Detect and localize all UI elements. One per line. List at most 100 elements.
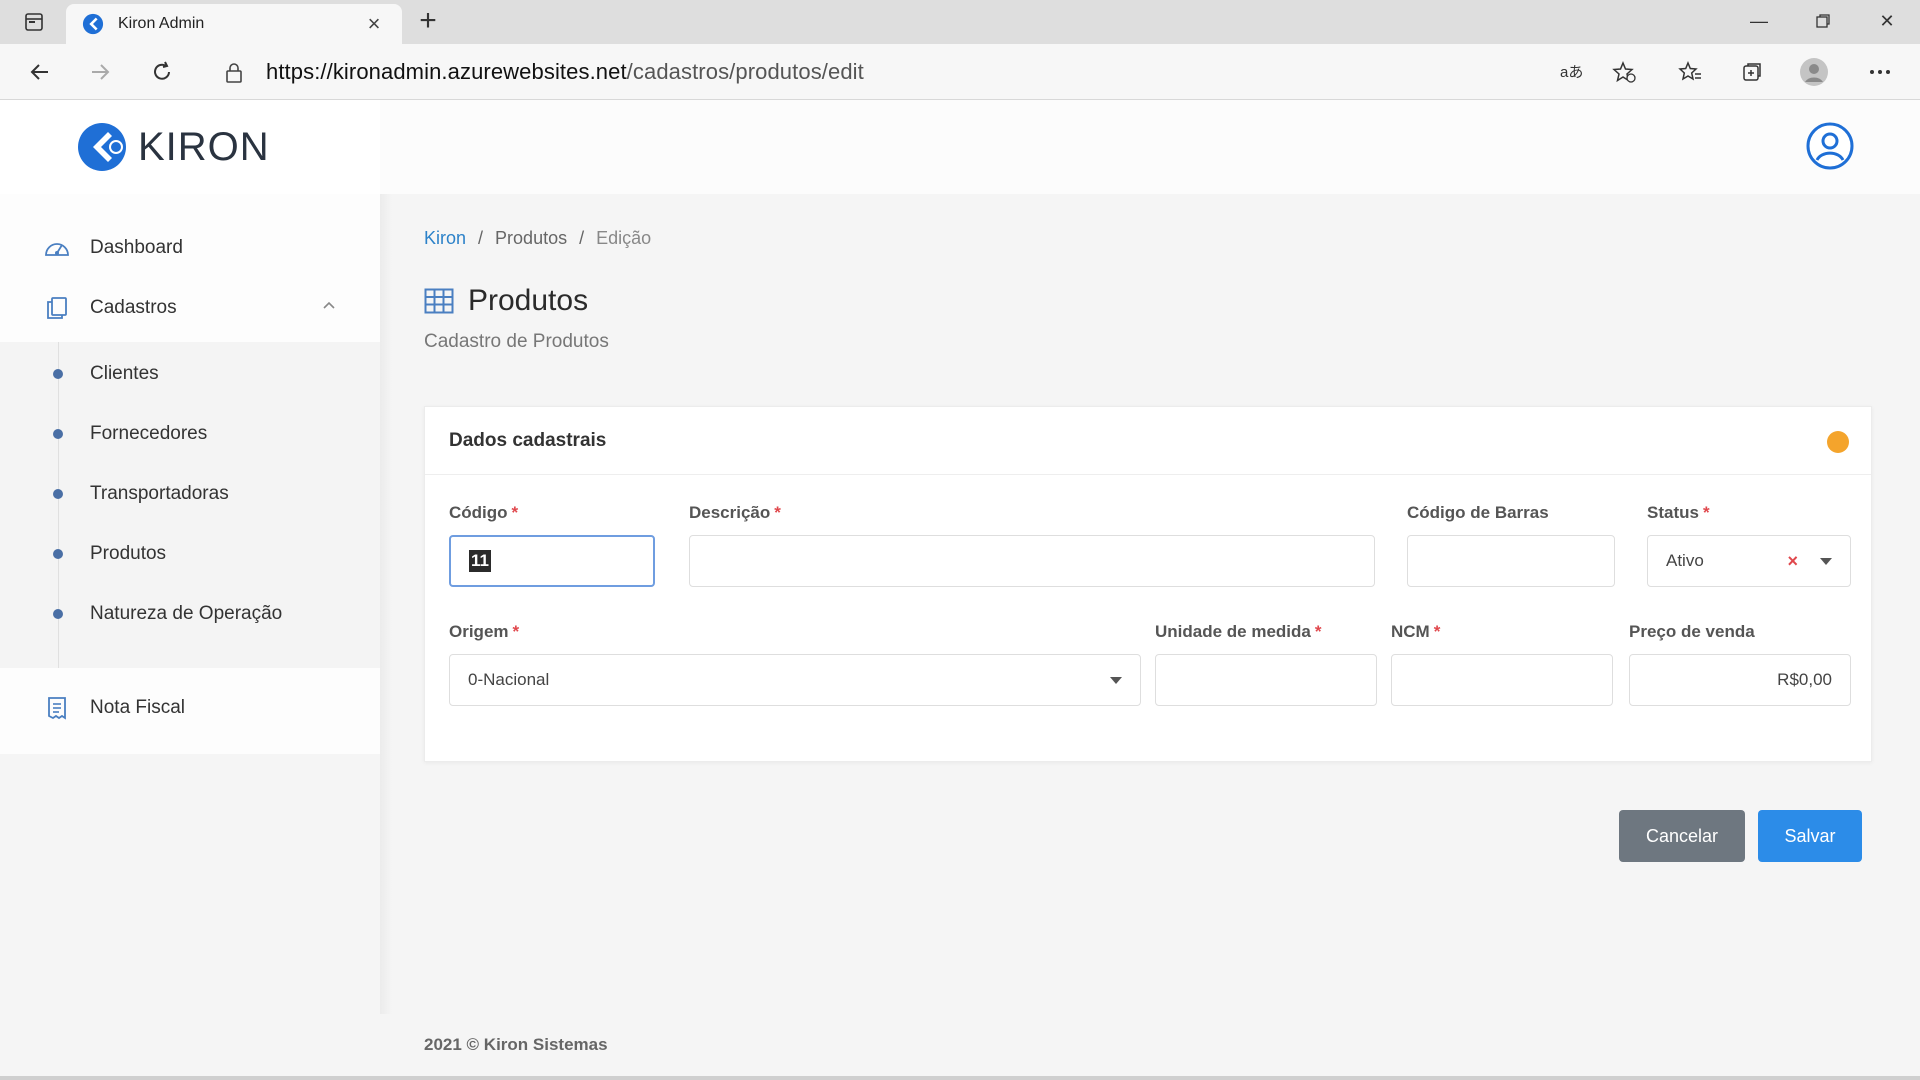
more-options-icon[interactable] [1864, 56, 1896, 88]
tab-title: Kiron Admin [118, 15, 205, 32]
tab-close-icon[interactable]: × [362, 11, 386, 37]
browser-tab[interactable]: Kiron Admin × [66, 4, 402, 44]
sidebar-item-natureza-operacao[interactable]: Natureza de Operação [0, 594, 380, 634]
sidebar-item-label: Produtos [90, 543, 167, 564]
bullet-icon [53, 489, 63, 499]
card-header: Dados cadastrais [425, 407, 1871, 475]
sidebar-item-nota-fiscal[interactable]: Nota Fiscal [0, 682, 380, 734]
card-title: Dados cadastrais [449, 429, 607, 451]
clear-icon[interactable]: × [1787, 551, 1798, 572]
field-label: Unidade de medida [1155, 622, 1311, 641]
breadcrumb-separator: / [478, 228, 484, 248]
save-button[interactable]: Salvar [1758, 810, 1862, 862]
form-card: Dados cadastrais Código * 11 Descrição * C… [424, 406, 1872, 762]
page-title: Produtos [468, 284, 589, 317]
bullet-icon [53, 549, 63, 559]
ncm-input[interactable] [1391, 654, 1613, 706]
bullet-icon [53, 369, 63, 379]
page-header: Produtos [424, 284, 588, 318]
collections-icon[interactable] [1736, 56, 1768, 88]
browser-toolbar: https://kironadmin.azurewebsites.net/cad… [0, 44, 1920, 100]
dashboard-icon [44, 235, 70, 261]
document-icon [44, 695, 70, 721]
codigo-value: 11 [469, 550, 491, 572]
url-path: /cadastros/produtos/edit [626, 59, 864, 84]
close-window-icon[interactable]: ✕ [1864, 6, 1910, 36]
browser-tab-bar: Kiron Admin × + — ✕ [0, 0, 1920, 44]
breadcrumb-root[interactable]: Kiron [424, 228, 466, 249]
sidebar-item-clientes[interactable]: Clientes [0, 354, 380, 394]
minimize-icon[interactable]: — [1736, 6, 1782, 36]
sidebar-item-label: Transportadoras [90, 483, 229, 504]
sidebar-item-produtos[interactable]: Produtos [0, 534, 380, 574]
cadastros-submenu: Clientes Fornecedores Transportadoras Pr… [0, 342, 380, 668]
required-marker: * [774, 503, 781, 522]
chevron-up-icon[interactable] [322, 300, 336, 310]
descricao-input[interactable] [689, 535, 1375, 587]
codigo-barras-label: Código de Barras [1407, 503, 1549, 522]
required-marker: * [511, 503, 519, 522]
tab-actions-icon[interactable] [14, 8, 54, 36]
cancel-button[interactable]: Cancelar [1619, 810, 1745, 862]
codigo-barras-input[interactable] [1407, 535, 1615, 587]
bullet-icon [53, 429, 63, 439]
page-subtitle: Cadastro de Produtos [424, 331, 609, 352]
footer-text: 2021 © Kiron Sistemas [424, 1035, 608, 1054]
sidebar: Dashboard Cadastros Clientes Fornecedore… [0, 194, 380, 754]
restore-icon[interactable] [1800, 6, 1846, 36]
chevron-down-icon[interactable] [1820, 557, 1832, 565]
sidebar-item-dashboard[interactable]: Dashboard [0, 222, 380, 274]
field-label: NCM [1391, 622, 1430, 641]
preco-value: R$0,00 [1777, 670, 1832, 689]
origem-value: 0-Nacional [468, 670, 550, 689]
kiron-favicon-icon [82, 13, 104, 35]
unidade-label: Unidade de medida * [1155, 622, 1377, 644]
profile-icon[interactable] [1798, 56, 1830, 88]
sidebar-shadow [380, 194, 392, 1014]
sidebar-item-fornecedores[interactable]: Fornecedores [0, 414, 380, 454]
reload-icon[interactable] [146, 56, 178, 88]
breadcrumb-section: Produtos [495, 228, 568, 248]
status-indicator-icon [1827, 431, 1849, 453]
codigo-label: Código * [449, 503, 655, 525]
codigo-field: Código * 11 [449, 503, 655, 587]
address-bar[interactable]: https://kironadmin.azurewebsites.net/cad… [210, 52, 1480, 92]
new-tab-icon[interactable]: + [412, 6, 444, 38]
required-marker: * [1314, 622, 1322, 641]
sidebar-item-label: Natureza de Operação [90, 603, 283, 624]
chevron-down-icon[interactable] [1110, 676, 1122, 684]
breadcrumb: Kiron / Produtos / Edição [424, 228, 651, 249]
unidade-input[interactable] [1155, 654, 1377, 706]
sidebar-item-label: Nota Fiscal [90, 697, 186, 718]
translate-icon[interactable]: aあ [1556, 56, 1588, 88]
field-label: Origem [449, 622, 509, 641]
codigo-barras-field: Código de Barras [1407, 503, 1615, 587]
status-label: Status * [1647, 503, 1851, 525]
forward-icon[interactable] [84, 56, 116, 88]
status-select[interactable]: Ativo × [1647, 535, 1851, 587]
bottom-border [0, 1076, 1920, 1080]
breadcrumb-separator: / [579, 228, 585, 248]
back-icon[interactable] [24, 56, 56, 88]
sidebar-item-transportadoras[interactable]: Transportadoras [0, 474, 380, 514]
preco-input[interactable]: R$0,00 [1629, 654, 1851, 706]
favorites-icon[interactable] [1674, 56, 1706, 88]
codigo-input[interactable]: 11 [449, 535, 655, 587]
origem-select[interactable]: 0-Nacional [449, 654, 1141, 706]
logo[interactable]: KIRON [0, 100, 380, 194]
user-avatar-icon[interactable] [1806, 122, 1854, 170]
kiron-logo-icon [78, 123, 126, 171]
sidebar-item-cadastros[interactable]: Cadastros [0, 282, 380, 334]
sidebar-item-label: Fornecedores [90, 423, 208, 444]
status-field: Status * Ativo × [1647, 503, 1851, 587]
preco-label: Preço de venda [1629, 622, 1755, 641]
field-label: Descrição [689, 503, 771, 522]
sidebar-item-label: Cadastros [90, 297, 177, 318]
svg-text:aあ: aあ [1560, 64, 1583, 81]
ncm-field: NCM * [1391, 622, 1613, 706]
add-favorite-icon[interactable] [1608, 56, 1640, 88]
origem-field: Origem * 0-Nacional [449, 622, 1141, 706]
descricao-field: Descrição * [689, 503, 1375, 587]
table-icon [424, 288, 454, 314]
logo-text: KIRON [138, 124, 270, 169]
